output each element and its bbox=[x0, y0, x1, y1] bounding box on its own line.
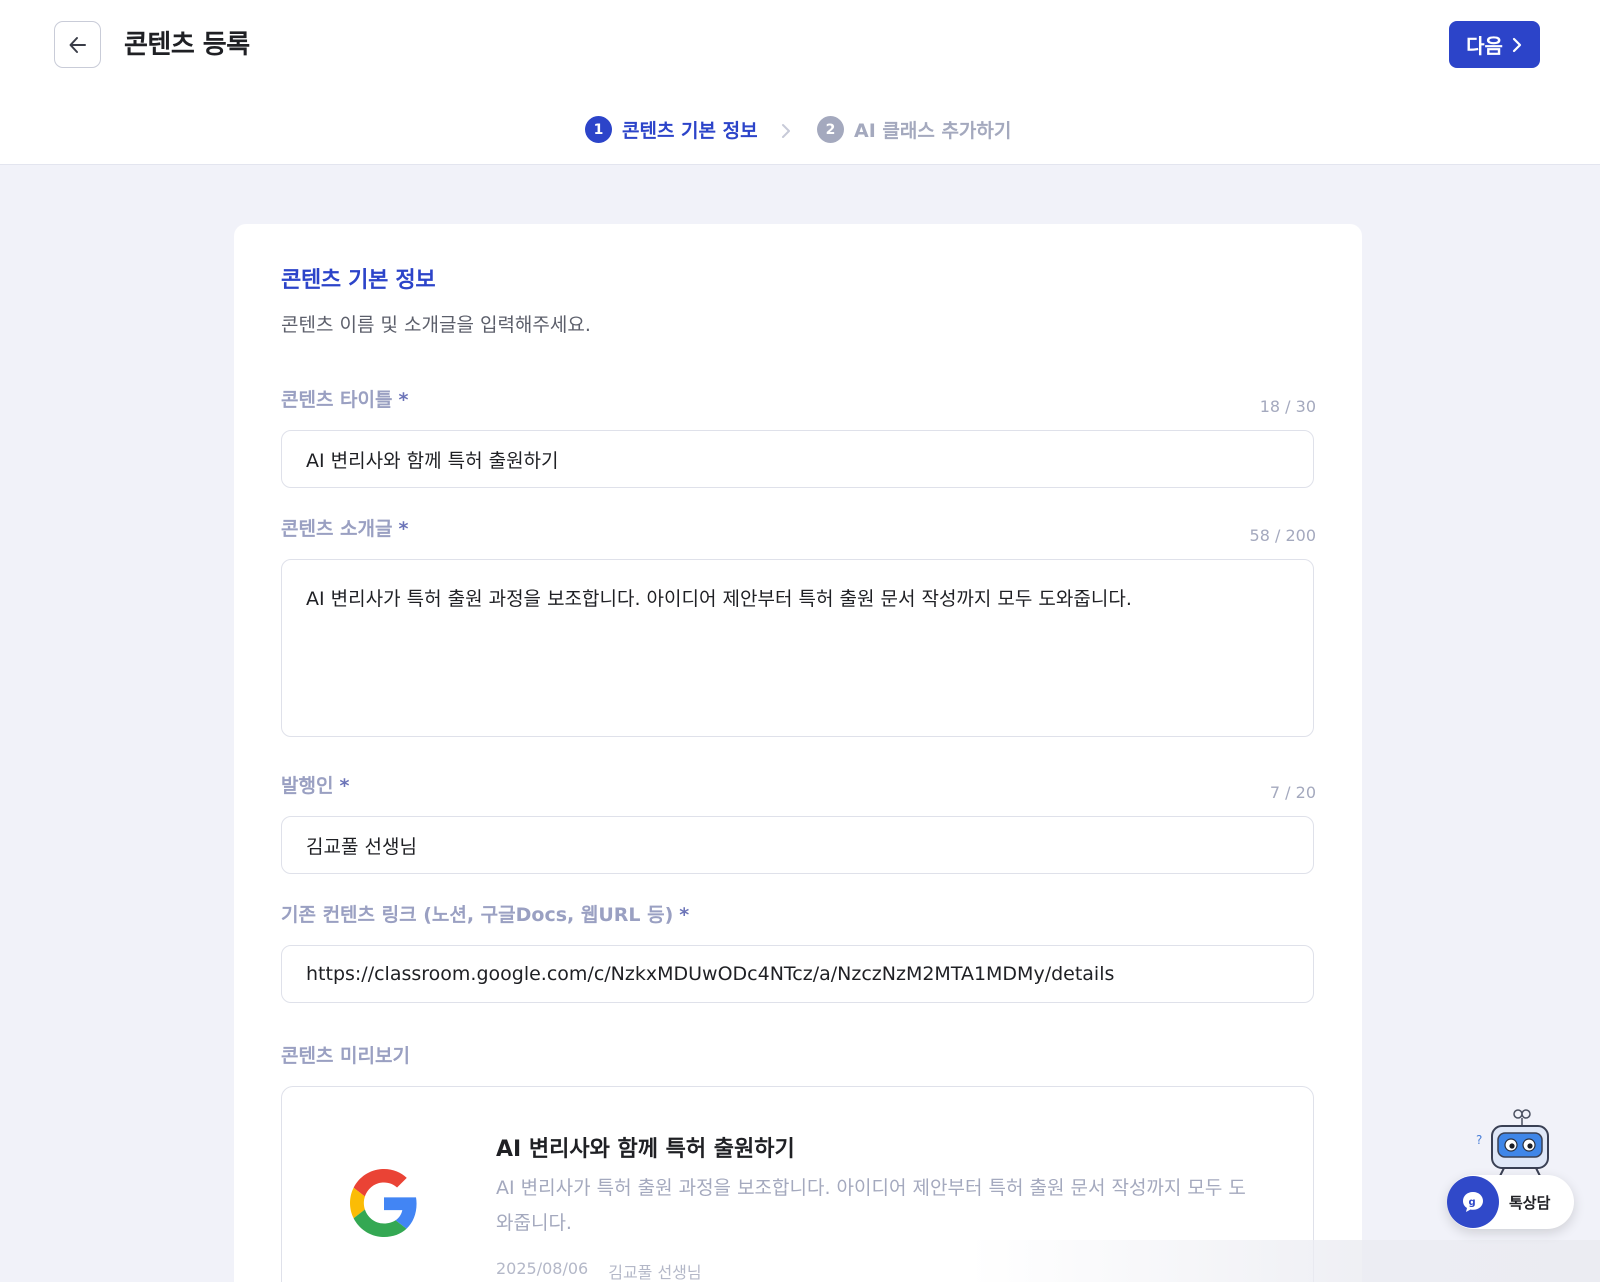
next-button[interactable]: 다음 bbox=[1449, 21, 1540, 68]
preview-description: AI 변리사가 특허 출원 과정을 보조합니다. 아이디어 제안부터 특허 출원… bbox=[496, 1177, 1246, 1234]
chevron-right-icon bbox=[1512, 37, 1522, 52]
preview-date: 2025/08/06 bbox=[496, 1259, 589, 1278]
top-bar: 콘텐츠 등록 다음 1 콘텐츠 기본 정보 2 AI 클래스 추가하기 bbox=[0, 0, 1600, 165]
required-mark: * bbox=[679, 904, 690, 926]
step-add-ai-class[interactable]: 2 AI 클래스 추가하기 bbox=[817, 116, 1011, 143]
step-number: 1 bbox=[585, 116, 612, 143]
svg-text:g: g bbox=[1469, 1197, 1476, 1208]
step-label: 콘텐츠 기본 정보 bbox=[622, 120, 758, 142]
label-text: 콘텐츠 소개글 bbox=[281, 518, 393, 540]
back-button[interactable] bbox=[54, 21, 101, 68]
label-text: 콘텐츠 타이틀 bbox=[281, 389, 393, 411]
stepper: 1 콘텐츠 기본 정보 2 AI 클래스 추가하기 bbox=[0, 116, 1600, 148]
page-title: 콘텐츠 등록 bbox=[124, 30, 250, 60]
preview-title: AI 변리사와 함께 특허 출원하기 bbox=[496, 1137, 795, 1162]
link-field-label: 기존 컨텐츠 링크 (노션, 구글Docs, 웹URL 등) * bbox=[281, 900, 689, 927]
google-logo-icon bbox=[350, 1169, 417, 1237]
link-input[interactable]: https://classroom.google.com/c/NzkxMDUwO… bbox=[281, 945, 1314, 1003]
chat-icon: g bbox=[1447, 1176, 1499, 1228]
chevron-right-icon bbox=[782, 124, 790, 138]
preview-author: 김교풀 선생님 bbox=[608, 1263, 702, 1282]
bottom-fade bbox=[970, 1240, 1600, 1282]
step-basic-info[interactable]: 1 콘텐츠 기본 정보 bbox=[585, 116, 758, 143]
arrow-left-icon bbox=[69, 36, 86, 53]
section-title: 콘텐츠 기본 정보 bbox=[281, 268, 436, 293]
next-button-label: 다음 bbox=[1466, 34, 1503, 58]
label-text: 발행인 bbox=[281, 775, 334, 797]
publisher-input[interactable]: 김교풀 선생님 bbox=[281, 816, 1314, 874]
required-mark: * bbox=[339, 775, 350, 797]
title-field-label: 콘텐츠 타이틀 * bbox=[281, 385, 408, 412]
title-char-counter: 18 / 30 bbox=[1259, 397, 1316, 416]
intro-char-counter: 58 / 200 bbox=[1249, 526, 1316, 545]
chat-label: 톡상담 bbox=[1509, 1193, 1551, 1212]
intro-textarea-value: AI 변리사가 특허 출원 과정을 보조합니다. 아이디어 제안부터 특허 출원… bbox=[306, 588, 1132, 610]
publisher-input-value: 김교풀 선생님 bbox=[306, 835, 417, 858]
svg-text:?: ? bbox=[1476, 1133, 1482, 1147]
intro-textarea[interactable]: AI 변리사가 특허 출원 과정을 보조합니다. 아이디어 제안부터 특허 출원… bbox=[281, 559, 1314, 737]
step-number: 2 bbox=[817, 116, 844, 143]
intro-field-label: 콘텐츠 소개글 * bbox=[281, 514, 408, 541]
label-text: 기존 컨텐츠 링크 (노션, 구글Docs, 웹URL 등) bbox=[281, 904, 674, 926]
section-description: 콘텐츠 이름 및 소개글을 입력해주세요. bbox=[281, 314, 591, 336]
title-input[interactable]: AI 변리사와 함께 특허 출원하기 bbox=[281, 430, 1314, 488]
chat-consult-button[interactable]: g 톡상담 bbox=[1447, 1175, 1574, 1229]
publisher-field-label: 발행인 * bbox=[281, 771, 349, 798]
link-input-value: https://classroom.google.com/c/NzkxMDUwO… bbox=[306, 963, 1115, 985]
required-mark: * bbox=[398, 389, 409, 411]
required-mark: * bbox=[398, 518, 409, 540]
preview-label: 콘텐츠 미리보기 bbox=[281, 1045, 410, 1067]
publisher-char-counter: 7 / 20 bbox=[1269, 783, 1316, 802]
robot-mascot-icon: ? bbox=[1476, 1109, 1549, 1177]
title-input-value: AI 변리사와 함께 특허 출원하기 bbox=[306, 449, 559, 472]
step-label: AI 클래스 추가하기 bbox=[854, 120, 1012, 142]
preview-meta: 2025/08/06 김교풀 선생님 bbox=[496, 1259, 702, 1282]
form-card: 콘텐츠 기본 정보 콘텐츠 이름 및 소개글을 입력해주세요. 콘텐츠 타이틀 *… bbox=[234, 224, 1362, 1282]
